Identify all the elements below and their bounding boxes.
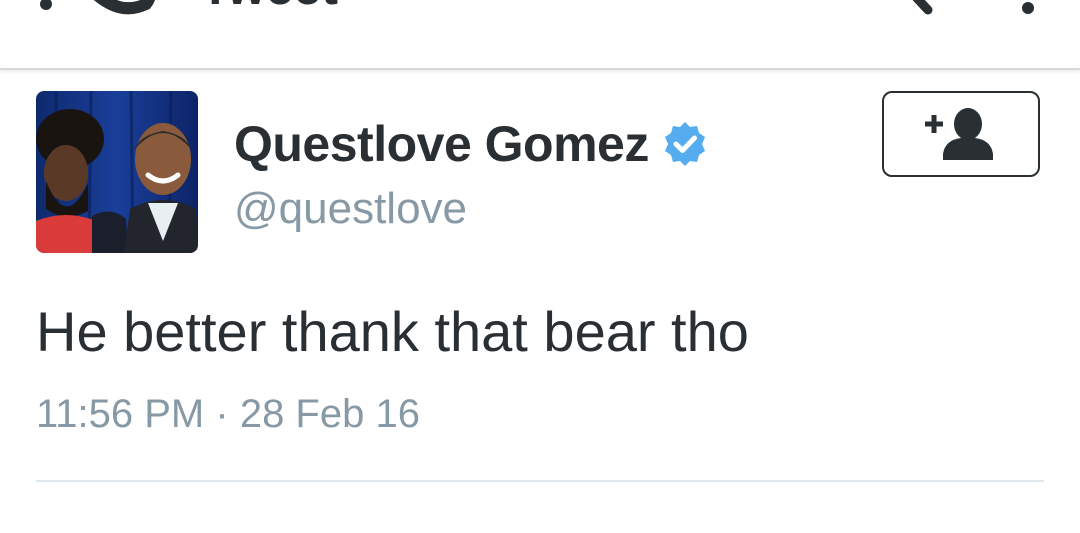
app-bar-title: Tweet bbox=[200, 0, 338, 12]
app-bar: Tweet bbox=[0, 0, 1080, 70]
verified-badge-icon bbox=[664, 122, 705, 166]
author-handle[interactable]: @questlove bbox=[234, 184, 467, 234]
tweet-date: 28 Feb 16 bbox=[239, 392, 420, 436]
search-icon[interactable] bbox=[890, 0, 940, 20]
author-name-row: Questlove Gomez bbox=[234, 112, 709, 176]
avatar-image bbox=[36, 91, 198, 253]
divider bbox=[36, 480, 1044, 482]
add-user-icon bbox=[925, 108, 993, 160]
tweet-timestamp[interactable]: 11:56 PM · 28 Feb 16 bbox=[36, 392, 420, 437]
follow-button[interactable] bbox=[882, 91, 1040, 177]
tweet-time: 11:56 PM bbox=[36, 392, 205, 436]
timestamp-separator: · bbox=[215, 392, 229, 436]
avatar[interactable] bbox=[36, 91, 198, 253]
display-name[interactable]: Questlove Gomez bbox=[234, 115, 649, 173]
tweet-detail-screen: Tweet bbox=[0, 0, 1080, 533]
tweet-text: He better thank that bear tho bbox=[36, 300, 749, 363]
overflow-menu-icon[interactable] bbox=[1018, 0, 1038, 22]
back-arrow-icon[interactable] bbox=[36, 0, 156, 16]
